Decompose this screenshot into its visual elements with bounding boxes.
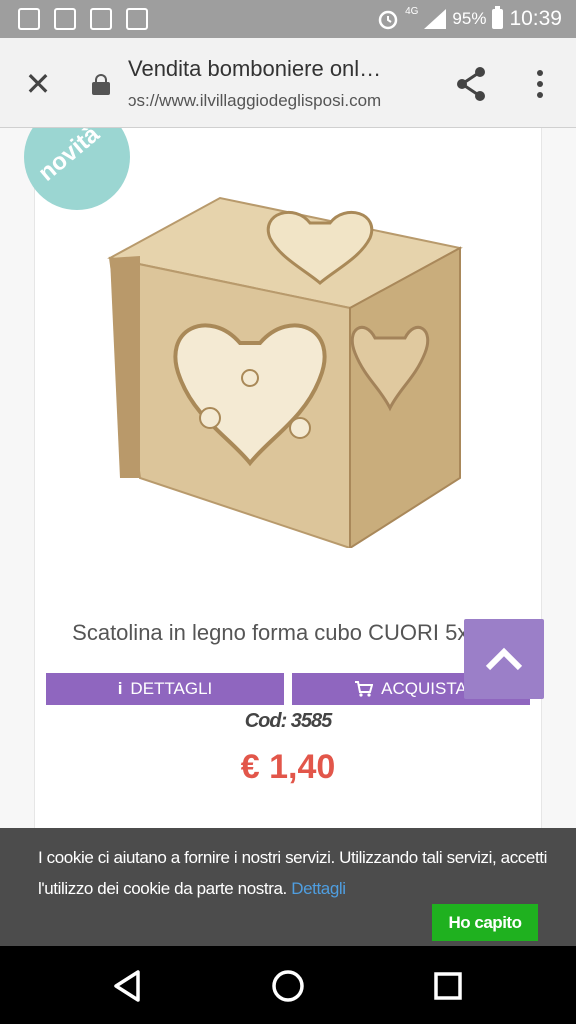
system-nav-bar <box>0 946 576 1024</box>
product-title[interactable]: Scatolina in legno forma cubo CUORI 5x5x… <box>40 618 536 648</box>
product-code: Cod: 3585 <box>244 710 333 732</box>
clock: 10:39 <box>509 7 562 30</box>
battery-percent: 95% <box>452 9 487 28</box>
image-icon <box>90 8 112 30</box>
lock-icon <box>92 74 110 95</box>
more-vert-icon[interactable] <box>520 62 560 106</box>
page-url[interactable]: ɔs://www.ilvillaggiodeglisposi.com <box>128 91 428 111</box>
product-image[interactable] <box>100 178 480 548</box>
network-type: 4G <box>405 5 419 17</box>
close-icon[interactable]: ✕ <box>16 62 60 106</box>
cookie-banner: I cookie ci aiutano a fornire i nostri s… <box>0 828 576 946</box>
chevron-up-icon <box>485 647 523 671</box>
cookie-accept-button[interactable]: Ho capito <box>432 904 538 941</box>
buy-button-label: ACQUISTA <box>381 679 467 698</box>
page-content: novità Scatolina in legno forma cubo CUO… <box>0 128 576 828</box>
cookie-details-link[interactable]: Dettagli <box>291 879 346 898</box>
alarm-icon <box>378 10 398 30</box>
cookie-text-block: I cookie ci aiutano a fornire i nostri s… <box>38 842 562 904</box>
recents-icon[interactable] <box>428 966 468 1006</box>
back-to-top-button[interactable] <box>464 619 544 699</box>
status-bar: 4G 95% 10:39 <box>0 0 576 38</box>
cart-icon <box>355 681 374 697</box>
signal-icon <box>424 9 447 29</box>
battery-icon <box>492 6 504 29</box>
back-icon[interactable] <box>108 966 148 1006</box>
info-icon: i <box>117 679 123 698</box>
details-button-label: DETTAGLI <box>130 679 213 698</box>
home-icon[interactable] <box>268 966 308 1006</box>
details-button[interactable]: i DETTAGLI <box>46 673 284 705</box>
product-price: € 1,40 <box>240 748 336 786</box>
chat-icon <box>54 8 76 30</box>
share-icon[interactable] <box>450 62 494 106</box>
sync-icon <box>18 8 40 30</box>
page-title[interactable]: Vendita bomboniere onl… <box>128 56 428 82</box>
browser-toolbar: ✕ Vendita bomboniere onl… ɔs://www.ilvil… <box>0 38 576 128</box>
mail-icon <box>126 8 148 30</box>
